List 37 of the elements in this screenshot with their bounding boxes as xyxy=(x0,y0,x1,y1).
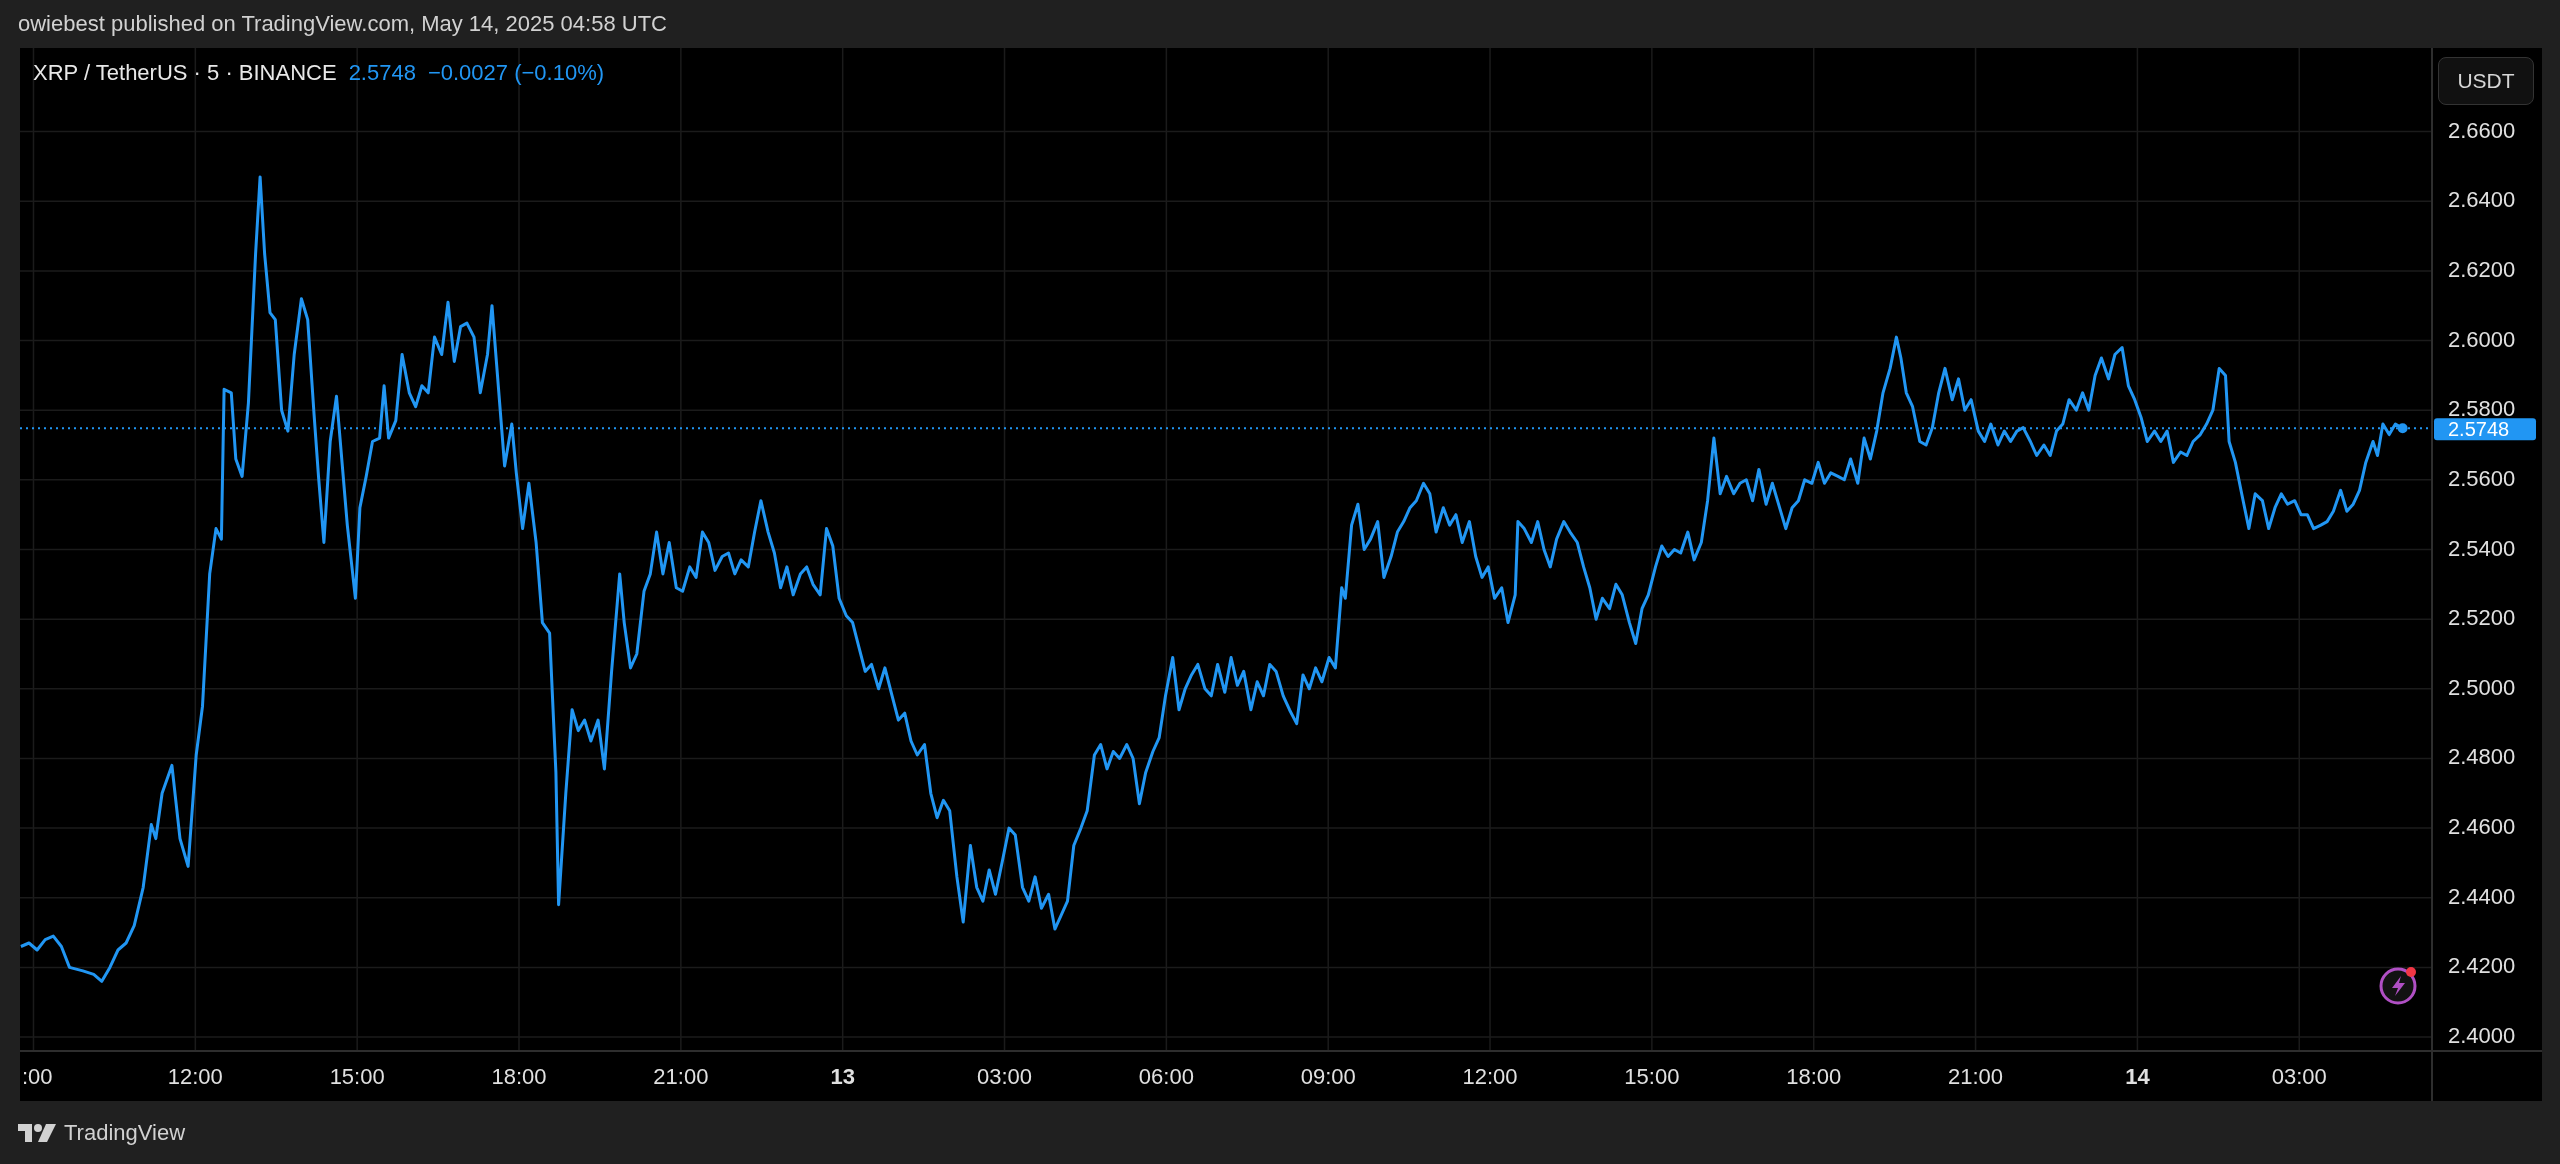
price-axis-label: 2.4200 xyxy=(2448,953,2516,979)
time-axis-label: 18:00 xyxy=(491,1064,547,1089)
time-axis-label: 12:00 xyxy=(1462,1064,1518,1089)
price-axis-label: 2.4800 xyxy=(2448,744,2516,770)
price-axis-label: 2.4600 xyxy=(2448,814,2516,840)
publish-info: owiebest published on TradingView.com, May 14, 2025 04:58 UTC xyxy=(18,11,667,37)
price-axis-label: 2.4000 xyxy=(2448,1023,2516,1049)
time-axis-label: 21:00 xyxy=(653,1064,709,1089)
time-axis-label: 18:00 xyxy=(1786,1064,1842,1089)
last-price-tag: 2.5748 xyxy=(2434,418,2536,441)
time-axis-label: 09:00 xyxy=(1300,1064,1356,1089)
time-axis-label: 21:00 xyxy=(1948,1064,2004,1089)
time-axis-label: 06:00 xyxy=(1138,1064,1194,1089)
currency-button[interactable]: USDT xyxy=(2438,57,2534,105)
last-price-dot xyxy=(2397,423,2408,434)
time-axis-label: 15:00 xyxy=(329,1064,385,1089)
symbol-title: XRP / TetherUS · 5 · BINANCE xyxy=(33,60,337,86)
price-axis-label: 2.5000 xyxy=(2448,674,2516,700)
brand-name: TradingView xyxy=(64,1119,186,1146)
logo-icon xyxy=(18,1121,56,1144)
price-axis-label: 2.5200 xyxy=(2448,605,2516,631)
price-axis-label: 2.6400 xyxy=(2448,187,2516,213)
price-axis-label: 2.5400 xyxy=(2448,535,2516,561)
price-axis-label: 2.6600 xyxy=(2448,117,2516,143)
time-axis-label: 03:00 xyxy=(2271,1064,2327,1089)
time-axis-label: 03:00 xyxy=(977,1064,1033,1089)
price-axis-label: 2.5600 xyxy=(2448,465,2516,491)
time-axis-label: 15:00 xyxy=(1624,1064,1680,1089)
price-axis-label: 2.6200 xyxy=(2448,256,2516,282)
price-axis-label: 2.4400 xyxy=(2448,883,2516,909)
last-price: 2.5748 xyxy=(348,60,416,86)
time-axis-label: 12:00 xyxy=(167,1064,223,1089)
price-change: −0.0027 (−0.10%) xyxy=(427,60,605,86)
price-axis-label: 2.6000 xyxy=(2448,326,2516,352)
time-axis-label: 14 xyxy=(2125,1064,2150,1089)
time-axis-label: :00 xyxy=(22,1064,53,1089)
time-axis-label: 13 xyxy=(830,1064,855,1089)
